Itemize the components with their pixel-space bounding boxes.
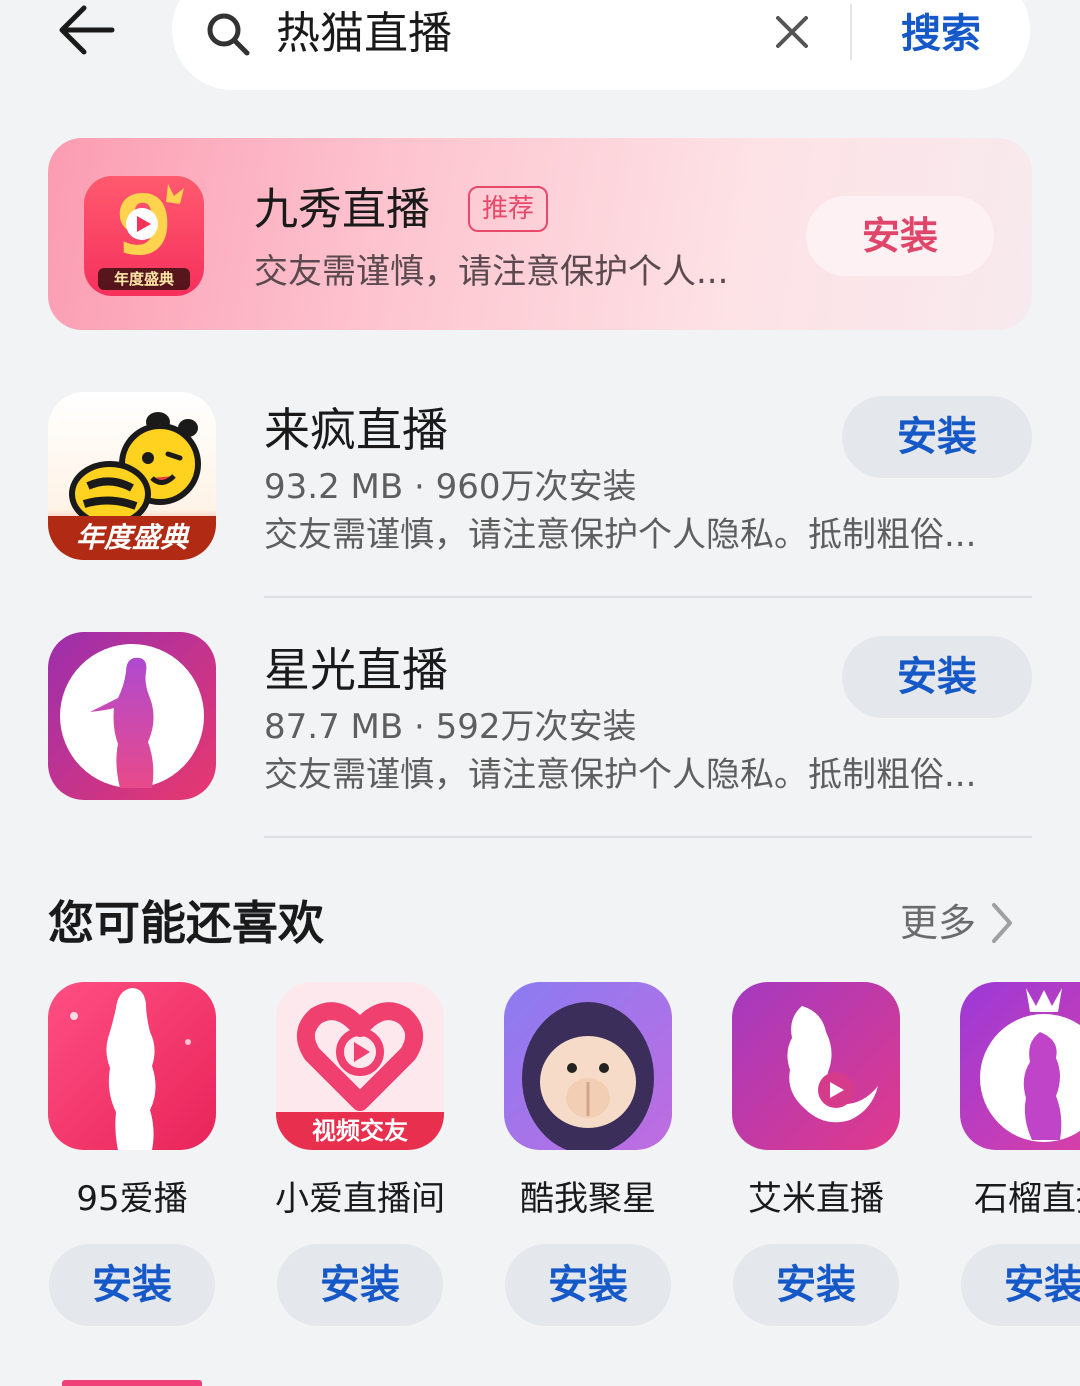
recommend-badge: 推荐 <box>468 186 549 232</box>
promo-install-button[interactable]: 安装 <box>806 196 994 276</box>
result-app-meta: 93.2 MB · 960万次安装 <box>264 467 637 507</box>
rec-app-name: 小爱直播间 <box>275 1179 445 1219</box>
result-app-meta: 87.7 MB · 592万次安装 <box>264 707 637 747</box>
list-divider <box>264 836 1032 838</box>
back-button[interactable] <box>46 0 126 64</box>
more-link[interactable]: 更多 <box>900 898 1014 948</box>
promo-app-description: 交友需谨慎，请注意保护个人... <box>254 252 729 292</box>
rec-app-name: 石榴直播 <box>974 1179 1080 1219</box>
more-label: 更多 <box>900 901 977 945</box>
section-title: 您可能还喜欢 <box>48 896 324 950</box>
xiaoai-icon-badge: 视频交友 <box>312 1117 408 1145</box>
close-icon <box>776 16 808 48</box>
result-app-name: 星光直播 <box>264 643 448 697</box>
result-app-description: 交友需谨慎，请注意保护个人隐私。抵制粗俗... <box>264 515 977 555</box>
list-divider <box>264 596 1032 598</box>
rec-install-button[interactable]: 安装 <box>49 1244 215 1326</box>
clear-search-button[interactable] <box>768 8 816 56</box>
rec-install-button[interactable]: 安装 <box>277 1244 443 1326</box>
rec-install-button[interactable]: 安装 <box>961 1244 1080 1326</box>
search-divider <box>850 4 852 60</box>
result-app-name: 来疯直播 <box>264 403 448 457</box>
next-row-icon-edge <box>62 1380 202 1386</box>
jiuxiu-app-icon[interactable]: 9 年度盛典 <box>84 176 204 296</box>
rec-app-name: 95爱播 <box>76 1179 188 1219</box>
laifeng-icon-badge: 年度盛典 <box>75 521 188 554</box>
promo-icon-badge: 年度盛典 <box>113 270 174 288</box>
search-icon <box>204 10 252 58</box>
rec-app-name: 艾米直播 <box>748 1179 884 1219</box>
rec-install-button[interactable]: 安装 <box>733 1244 899 1326</box>
xingguang-app-icon[interactable] <box>48 632 216 800</box>
chevron-right-icon <box>992 903 1013 943</box>
back-arrow-icon <box>59 5 115 55</box>
shiliu-app-icon[interactable] <box>960 982 1080 1150</box>
promo-app-name: 九秀直播 <box>254 184 430 235</box>
result-app-description: 交友需谨慎，请注意保护个人隐私。抵制粗俗... <box>264 755 977 795</box>
xiaoai-app-icon[interactable]: 视频交友 <box>276 982 444 1150</box>
install-button-xingguang[interactable]: 安装 <box>842 636 1032 718</box>
install-button-laifeng[interactable]: 安装 <box>842 396 1032 478</box>
rec-install-button[interactable]: 安装 <box>505 1244 671 1326</box>
kuwojuxing-app-icon[interactable] <box>504 982 672 1150</box>
aimi-app-icon[interactable] <box>732 982 900 1150</box>
search-input[interactable]: 热猫直播 <box>276 6 452 62</box>
search-button[interactable]: 搜索 <box>876 6 1006 62</box>
rec-app-name: 酷我聚星 <box>520 1179 656 1219</box>
95aibo-app-icon[interactable] <box>48 982 216 1150</box>
rec-install-button-clip: 安装 <box>961 1244 1080 1326</box>
laifeng-app-icon[interactable]: 年度盛典 <box>48 392 216 560</box>
